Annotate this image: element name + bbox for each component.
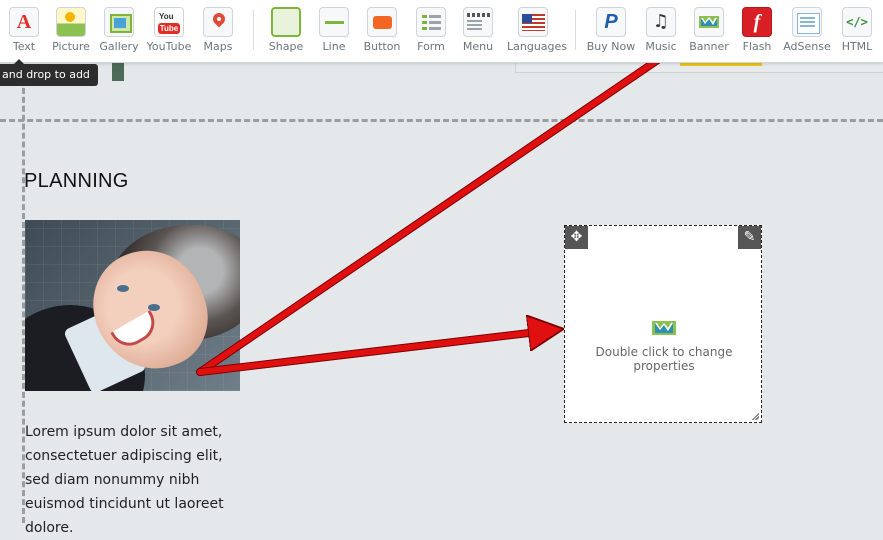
flash-icon: f	[742, 7, 772, 37]
tool-picture[interactable]: Picture	[45, 7, 97, 53]
menu-icon	[463, 7, 493, 37]
form-icon	[416, 7, 446, 37]
tool-music[interactable]: ♫ Music	[635, 7, 687, 53]
tool-flash[interactable]: f Flash	[731, 7, 783, 53]
toolbar-divider	[253, 10, 254, 50]
tool-label: Languages	[507, 40, 568, 53]
edit-icon[interactable]: ✎	[738, 226, 761, 249]
toolbar-divider	[575, 10, 576, 50]
html-icon: </>	[842, 7, 872, 37]
languages-icon	[518, 7, 548, 37]
woman-photo[interactable]	[25, 220, 240, 391]
tool-line[interactable]: Line	[308, 7, 360, 53]
gallery-icon	[104, 7, 134, 37]
tool-label: Music	[645, 40, 677, 53]
tool-button[interactable]: Button	[356, 7, 408, 53]
tool-adsense[interactable]: AdSense	[781, 7, 833, 53]
paypal-icon: P	[596, 7, 626, 37]
adsense-icon	[792, 7, 822, 37]
tool-label: Maps	[203, 40, 233, 53]
picture-icon	[56, 7, 86, 37]
tool-label: Menu	[462, 40, 494, 53]
tool-label: Flash	[742, 40, 772, 53]
banner-icon	[652, 321, 676, 335]
line-icon	[319, 7, 349, 37]
tool-label: Button	[363, 40, 401, 53]
tool-banner[interactable]: Banner	[683, 7, 735, 53]
tool-youtube[interactable]: You Tube YouTube	[143, 7, 195, 53]
banner-icon	[694, 7, 724, 37]
tool-label: Text	[12, 40, 36, 53]
tool-label: Picture	[52, 40, 90, 53]
tool-label: Banner	[689, 40, 729, 53]
tool-label: Gallery	[99, 40, 139, 53]
banner-widget[interactable]: ✥ ✎ Double click to change properties	[564, 225, 762, 423]
shape-icon	[271, 7, 301, 37]
tool-menu[interactable]: Menu	[452, 7, 504, 53]
banner-hint-text: Double click to change properties	[595, 345, 733, 373]
tool-maps[interactable]: Maps	[192, 7, 244, 53]
text-icon: A	[9, 7, 39, 37]
maps-icon	[203, 7, 233, 37]
tool-label: Shape	[268, 40, 304, 53]
move-icon[interactable]: ✥	[565, 226, 588, 249]
tool-form[interactable]: Form	[405, 7, 457, 53]
arrow-to-banner-widget	[196, 327, 550, 376]
tool-label: Form	[417, 40, 445, 53]
resize-handle[interactable]	[751, 412, 759, 420]
tool-label: Line	[322, 40, 346, 53]
tool-label: YouTube	[146, 40, 192, 53]
lorem-paragraph[interactable]: Lorem ipsum dolor sit amet, consectetuer…	[25, 420, 245, 540]
planning-heading[interactable]: PLANNING	[24, 170, 129, 193]
youtube-icon: You Tube	[154, 7, 184, 37]
widget-toolbar: A Text Picture Gallery You Tube YouTube …	[0, 0, 883, 63]
tool-text[interactable]: A Text	[0, 7, 50, 53]
tool-label: HTML	[841, 40, 873, 53]
tool-gallery[interactable]: Gallery	[93, 7, 145, 53]
tool-shape[interactable]: Shape	[260, 7, 312, 53]
drag-tooltip: and drop to add	[0, 59, 98, 86]
music-icon: ♫	[646, 7, 676, 37]
tool-buy-now[interactable]: P Buy Now	[585, 7, 637, 53]
tool-label: AdSense	[783, 40, 831, 53]
button-icon	[367, 7, 397, 37]
tool-languages[interactable]: Languages	[507, 7, 568, 53]
tool-label: Buy Now	[586, 40, 636, 53]
tool-html[interactable]: </> HTML	[831, 7, 883, 53]
section-guide-horizontal	[0, 119, 883, 122]
